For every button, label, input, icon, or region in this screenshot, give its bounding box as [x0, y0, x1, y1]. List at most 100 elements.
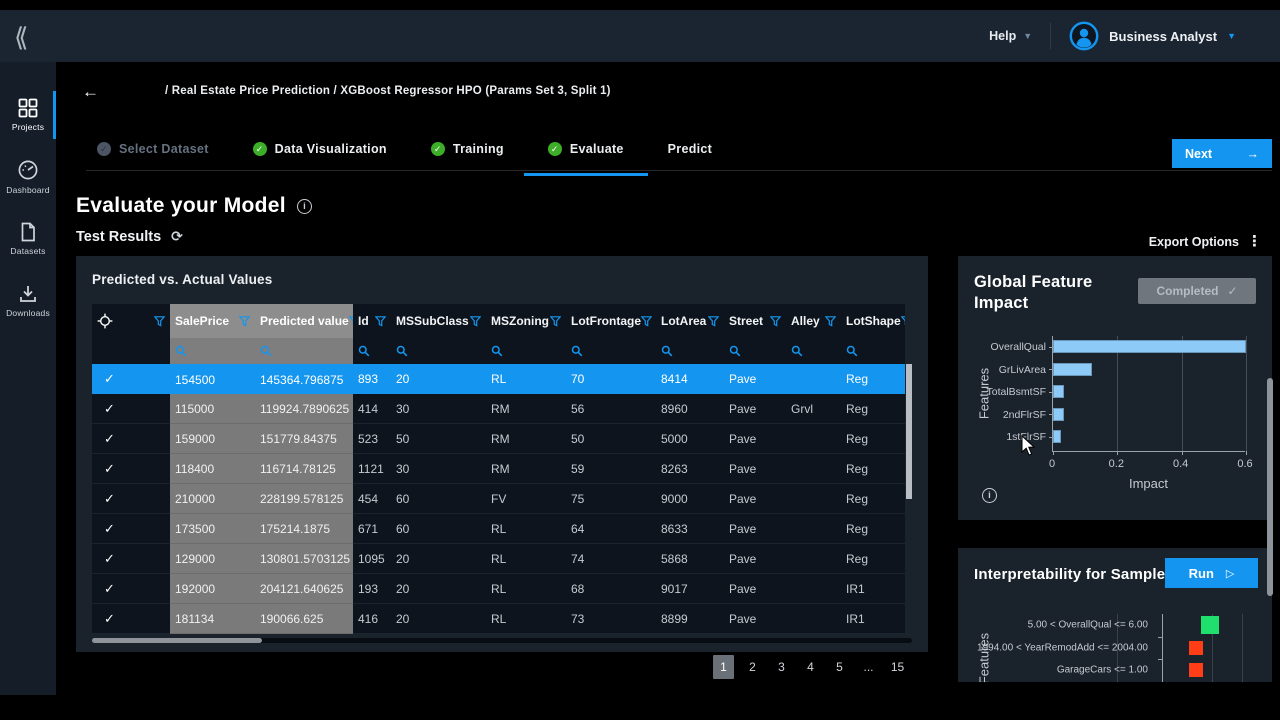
column-header-MSSubClass[interactable]: MSSubClass	[391, 304, 486, 338]
filter-funnel-icon[interactable]	[239, 315, 250, 327]
filter-funnel-icon[interactable]	[900, 315, 905, 327]
filter-funnel-icon[interactable]	[708, 315, 719, 327]
table-row[interactable]: ✓ 173500 175214.1875 671 60 RL 64 8633 Pave Reg	[92, 514, 905, 544]
next-button[interactable]: Next →	[1172, 139, 1272, 168]
table-row[interactable]: ✓ 181134 190066.625 416 20 RL 73 8899 Pave IR1	[92, 604, 905, 634]
tab-data-visualization[interactable]: ✓ Data Visualization	[252, 142, 387, 174]
back-button[interactable]: ←	[82, 82, 99, 102]
column-header-LotArea[interactable]: LotArea	[656, 304, 724, 338]
target-icon[interactable]	[97, 313, 113, 329]
filter-funnel-icon[interactable]	[154, 315, 165, 327]
tab-evaluate[interactable]: ✓ Evaluate	[547, 142, 624, 174]
filter-input-Predicted value[interactable]	[255, 338, 353, 364]
search-icon[interactable]	[571, 345, 583, 357]
help-menu[interactable]: Help ▼	[989, 29, 1032, 43]
column-header-LotShape[interactable]: LotShape	[841, 304, 905, 338]
row-check-icon[interactable]: ✓	[104, 371, 115, 387]
table-row[interactable]: ✓ 129000 130801.5703125 1095 20 RL 74 5868 Pave…	[92, 544, 905, 574]
row-check-icon[interactable]: ✓	[104, 491, 115, 507]
vertical-scrollbar[interactable]	[906, 358, 912, 634]
search-icon[interactable]	[491, 345, 503, 357]
filter-input-Alley[interactable]	[786, 338, 841, 364]
scrollbar-thumb[interactable]	[1267, 378, 1273, 596]
sidebar-item-projects[interactable]: Projects	[0, 84, 56, 146]
filter-input-LotFrontage[interactable]	[566, 338, 656, 364]
pagination-page-4[interactable]: 4	[800, 655, 821, 679]
search-icon[interactable]	[396, 345, 408, 357]
row-check-icon[interactable]: ✓	[104, 611, 115, 627]
table-row[interactable]: ✓ 210000 228199.578125 454 60 FV 75 9000 Pave Re…	[92, 484, 905, 514]
pagination-page-2[interactable]: 2	[742, 655, 763, 679]
info-icon[interactable]: i	[296, 198, 312, 214]
row-check-icon[interactable]: ✓	[104, 581, 115, 597]
search-icon[interactable]	[729, 345, 741, 357]
sidebar-item-datasets[interactable]: Datasets	[0, 208, 56, 270]
table-row[interactable]: ✓ 115000 119924.7890625 414 30 RM 56 8960 Pave G…	[92, 394, 905, 424]
table-cell: RL	[491, 551, 507, 566]
table-row[interactable]: ✓ 154500 145364.796875 893 20 RL 70 8414 Pave Re…	[92, 364, 905, 394]
column-header-SalePrice[interactable]: SalePrice	[170, 304, 255, 338]
horizontal-scrollbar[interactable]	[92, 638, 912, 643]
column-header-Street[interactable]: Street	[724, 304, 786, 338]
filter-input-MSZoning[interactable]	[486, 338, 566, 364]
table-cell: 454	[358, 491, 379, 506]
tab-training[interactable]: ✓ Training	[430, 142, 504, 174]
pagination-page-5[interactable]: 5	[829, 655, 850, 679]
row-check-icon[interactable]: ✓	[104, 431, 115, 447]
tab-predict[interactable]: Predict	[668, 142, 712, 174]
select-all-header[interactable]	[92, 304, 170, 338]
filter-input-Id[interactable]	[353, 338, 391, 364]
topbar-divider	[1050, 23, 1052, 49]
filter-funnel-icon[interactable]	[825, 315, 836, 327]
filter-funnel-icon[interactable]	[375, 315, 386, 327]
refresh-icon[interactable]: ⟳	[171, 228, 183, 245]
search-icon[interactable]	[260, 345, 272, 357]
export-options[interactable]: Export Options ⋮	[1149, 234, 1262, 249]
filter-funnel-icon[interactable]	[641, 315, 652, 327]
search-icon[interactable]	[175, 345, 187, 357]
filter-funnel-icon[interactable]	[770, 315, 781, 327]
column-header-Predicted value[interactable]: Predicted value	[255, 304, 353, 338]
sidebar-item-dashboard[interactable]: Dashboard	[0, 146, 56, 208]
row-check-icon[interactable]: ✓	[104, 401, 115, 417]
table-row[interactable]: ✓ 118400 116714.78125 1121 30 RM 59 8263 Pave Re…	[92, 454, 905, 484]
info-icon[interactable]: i	[982, 488, 997, 503]
filter-funnel-icon[interactable]	[470, 315, 481, 327]
column-header-Alley[interactable]: Alley	[786, 304, 841, 338]
filter-input-MSSubClass[interactable]	[391, 338, 486, 364]
table-row[interactable]: ✓ 192000 204121.640625 193 20 RL 68 9017 Pave IR…	[92, 574, 905, 604]
pagination-page-15[interactable]: 15	[887, 655, 908, 679]
search-icon[interactable]	[846, 345, 858, 357]
sidebar-item-downloads[interactable]: Downloads	[0, 270, 56, 332]
search-icon[interactable]	[661, 345, 673, 357]
table-row[interactable]: ✓ 159000 151779.84375 523 50 RM 50 5000 Pave Reg	[92, 424, 905, 454]
table-cell: Pave	[729, 431, 757, 446]
pagination-page-1[interactable]: 1	[713, 655, 734, 679]
filter-input-LotArea[interactable]	[656, 338, 724, 364]
column-header-Id[interactable]: Id	[353, 304, 391, 338]
filter-input-SalePrice[interactable]	[170, 338, 255, 364]
filter-input-Street[interactable]	[724, 338, 786, 364]
breadcrumb[interactable]: / Real Estate Price Prediction / XGBoost…	[165, 85, 611, 97]
row-check-icon[interactable]: ✓	[104, 521, 115, 537]
filter-funnel-icon[interactable]	[550, 315, 561, 327]
page-scrollbar[interactable]	[1267, 378, 1273, 596]
run-button[interactable]: Run ▷	[1165, 558, 1258, 588]
column-header-MSZoning[interactable]: MSZoning	[486, 304, 566, 338]
scrollbar-thumb[interactable]	[906, 364, 912, 499]
table-cell: 73	[571, 611, 585, 626]
scrollbar-thumb[interactable]	[92, 638, 262, 643]
search-icon[interactable]	[791, 345, 803, 357]
pagination-page-...[interactable]: ...	[858, 655, 879, 679]
user-menu[interactable]: Business Analyst ▼	[1069, 21, 1266, 51]
row-check-icon[interactable]: ✓	[104, 461, 115, 477]
filter-input-LotShape[interactable]	[841, 338, 905, 364]
tab-select-dataset[interactable]: ✓ Select Dataset	[97, 142, 209, 174]
table-cell: 5000	[661, 431, 688, 446]
search-icon[interactable]	[358, 345, 370, 357]
column-header-LotFrontage[interactable]: LotFrontage	[566, 304, 656, 338]
pagination-page-3[interactable]: 3	[771, 655, 792, 679]
table-cell: Pave	[729, 372, 757, 386]
row-check-icon[interactable]: ✓	[104, 551, 115, 567]
kebab-menu-icon[interactable]: ⋮	[1247, 234, 1262, 249]
